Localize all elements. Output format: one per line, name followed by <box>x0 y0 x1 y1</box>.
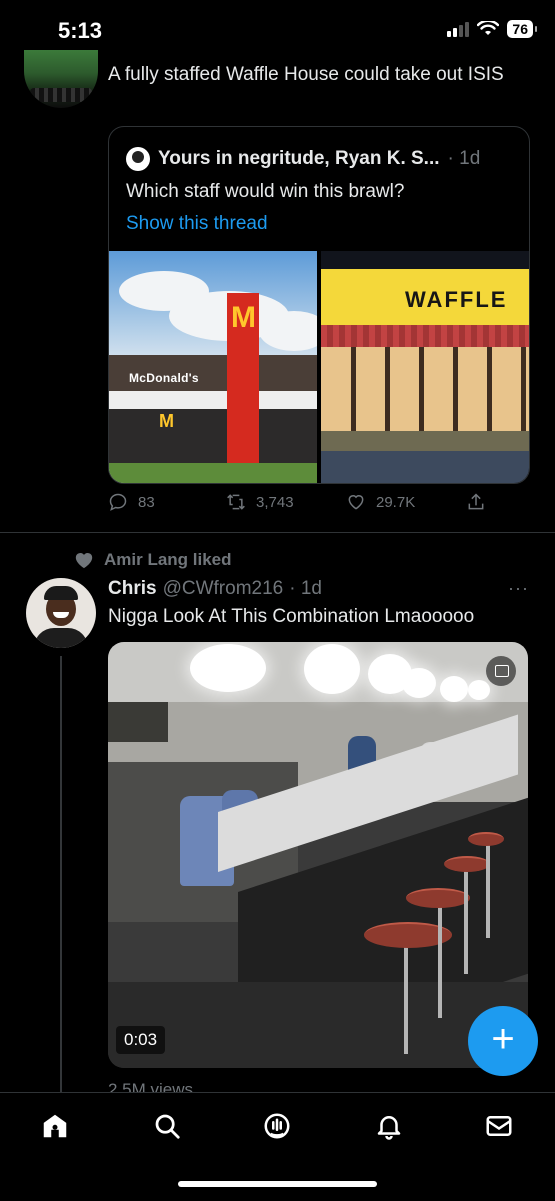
avatar[interactable] <box>26 578 96 648</box>
author-handle[interactable]: @CWfrom216 <box>163 578 284 600</box>
mcdonalds-sign: McDonald's <box>129 371 199 385</box>
quoted-tweet[interactable]: Yours in negritude, Ryan K. S... · 1d Wh… <box>108 126 530 484</box>
heart-filled-icon <box>75 553 93 569</box>
retweet-button[interactable]: 3,743 <box>226 492 294 512</box>
quoted-media: M M McDonald's WAFFLE <box>109 251 529 483</box>
quoted-tweet-header: Yours in negritude, Ryan K. S... · 1d <box>126 147 480 171</box>
more-options-icon[interactable]: ··· <box>508 578 529 599</box>
video-player[interactable] <box>108 642 528 1068</box>
mcdonalds-logo-small: M <box>159 411 174 431</box>
thread-line <box>60 656 62 1096</box>
status-time: 5:13 <box>58 18 103 43</box>
search-icon <box>155 1114 180 1139</box>
waffle-house-photo[interactable]: WAFFLE <box>321 251 529 483</box>
author-name[interactable]: Chris <box>108 578 157 600</box>
social-context: Amir Lang liked <box>74 550 232 570</box>
video-duration: 0:03 <box>116 1026 166 1054</box>
heart-icon <box>348 495 364 510</box>
battery-indicator: 76 <box>507 20 537 38</box>
video-settings-icon[interactable] <box>486 656 516 686</box>
nav-notifications[interactable] <box>374 1111 408 1145</box>
home-icon <box>43 1114 67 1138</box>
nav-search[interactable] <box>152 1111 186 1145</box>
reply-icon <box>109 493 127 511</box>
signal-icon <box>447 21 470 37</box>
spaces-icon <box>264 1113 290 1139</box>
quoted-timestamp: · 1d <box>447 148 481 169</box>
mcdonalds-logo: M <box>231 301 256 334</box>
compose-tweet-button[interactable]: + <box>468 1006 538 1076</box>
quoted-tweet-text: Which staff would win this brawl? <box>126 181 405 202</box>
like-count: 29.7K <box>376 493 416 511</box>
quoted-author-name: Yours in negritude, Ryan K. S... <box>158 148 440 169</box>
retweet-icon <box>227 494 245 510</box>
social-context-text: Amir Lang liked <box>104 550 232 569</box>
retweet-count: 3,743 <box>256 493 294 511</box>
tweet-header: Chris @CWfrom216 · 1d <box>108 578 322 600</box>
wifi-icon <box>477 21 500 35</box>
quoted-avatar <box>126 147 150 171</box>
share-icon <box>468 493 484 510</box>
divider <box>0 532 555 533</box>
status-indicators: 76 <box>447 20 537 38</box>
share-button[interactable] <box>466 492 486 512</box>
nav-messages[interactable] <box>484 1111 518 1145</box>
like-button[interactable]: 29.7K <box>346 492 415 512</box>
notifications-icon <box>377 1116 401 1140</box>
mcdonalds-photo[interactable]: M M McDonald's <box>109 251 317 483</box>
show-thread-link[interactable]: Show this thread <box>126 213 268 235</box>
messages-icon <box>486 1116 512 1136</box>
tweet-timestamp: · 1d <box>289 578 322 599</box>
reply-count: 83 <box>138 493 155 511</box>
tweet-text: A fully staffed Waffle House could take … <box>108 64 504 85</box>
tweet-text: Nigga Look At This Combination Lmaooooo <box>108 606 475 627</box>
avatar[interactable] <box>24 50 98 108</box>
waffle-sign: WAFFLE <box>405 287 508 312</box>
nav-home[interactable] <box>40 1111 74 1145</box>
nav-spaces[interactable] <box>262 1111 296 1145</box>
tweet-actions: 83 3,743 29.7K <box>108 492 508 518</box>
reply-button[interactable]: 83 <box>108 492 155 512</box>
home-indicator <box>178 1181 377 1187</box>
